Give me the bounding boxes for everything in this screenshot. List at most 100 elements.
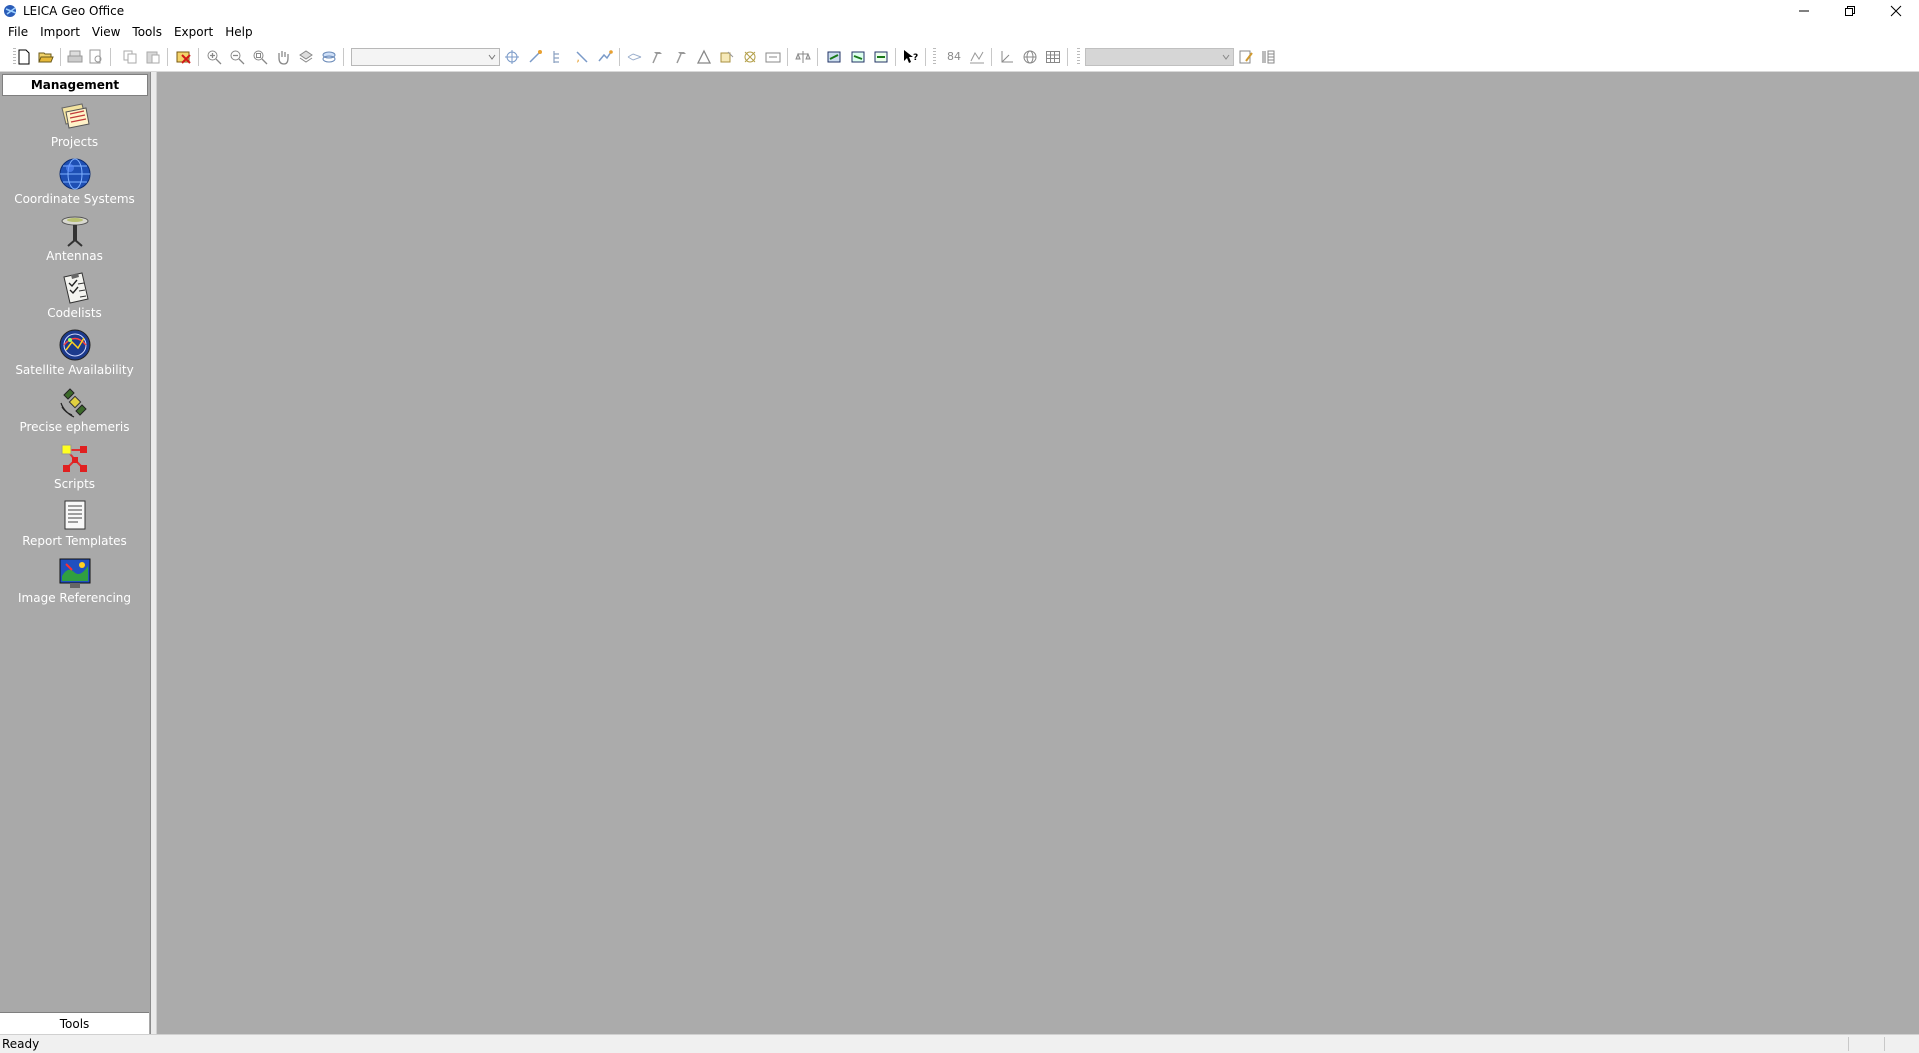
satellite-icon (58, 385, 92, 419)
nav-item-coordinate-systems[interactable]: Coordinate Systems (0, 157, 149, 213)
paste-button[interactable] (145, 49, 161, 65)
numeric-label[interactable]: 84 (947, 50, 961, 63)
zoom-window-button[interactable] (252, 49, 268, 65)
zoom-in-icon (207, 50, 222, 65)
nav-item-image-referencing[interactable]: Image Referencing (0, 556, 149, 612)
nav-item-precise-ephemeris[interactable]: Precise ephemeris (0, 385, 149, 441)
menu-export[interactable]: Export (168, 22, 219, 42)
restore-button[interactable] (1827, 0, 1873, 22)
print-preview-button[interactable] (88, 49, 104, 65)
mdi-workspace[interactable] (157, 72, 1919, 1034)
grid-number-button[interactable] (969, 49, 985, 65)
nav-item-antennas[interactable]: Antennas (0, 214, 149, 270)
app-icon[interactable] (3, 3, 19, 19)
menu-help[interactable]: Help (219, 22, 258, 42)
close-icon (1890, 5, 1902, 17)
columns-button[interactable] (1260, 49, 1276, 65)
toolbar-grip[interactable] (933, 48, 936, 66)
globe-button[interactable] (1022, 49, 1038, 65)
minimize-icon (1799, 10, 1809, 12)
transfer-button[interactable] (873, 49, 889, 65)
hammer-icon (676, 52, 686, 64)
svg-text:?: ? (913, 53, 918, 63)
zoom-fit-icon (299, 50, 313, 63)
help-cursor-button[interactable]: ? (903, 49, 919, 65)
point-button[interactable] (504, 49, 520, 65)
copy-button[interactable] (122, 49, 138, 65)
hammer-button[interactable] (650, 49, 666, 65)
tools-button[interactable] (627, 49, 643, 65)
window-title: LEICA Geo Office (23, 4, 125, 18)
balance-button[interactable] (795, 49, 811, 65)
table-button[interactable] (1045, 49, 1061, 65)
export-icon (851, 51, 865, 63)
network-button[interactable] (742, 49, 758, 65)
nav-item-satellite-availability[interactable]: Satellite Availability (0, 328, 149, 384)
zoom-fit-button[interactable] (298, 49, 314, 65)
line-button[interactable] (527, 49, 543, 65)
toolbar-separator (991, 48, 992, 66)
toolbar-combo-2[interactable] (1085, 48, 1234, 66)
triangle-button[interactable] (696, 49, 712, 65)
status-text: Ready (2, 1037, 40, 1051)
menu-import[interactable]: Import (34, 22, 86, 42)
zoom-out-button[interactable] (229, 49, 245, 65)
vector-button[interactable] (719, 49, 735, 65)
status-pane (1848, 1037, 1849, 1051)
paste-icon (146, 51, 160, 64)
zoom-out-icon (230, 50, 245, 65)
chevron-down-icon (488, 54, 496, 60)
toolbar-grip[interactable] (1077, 48, 1080, 66)
toolbar: ? 84 (0, 43, 1919, 72)
management-panel: Management Projects Coordinate Systems A… (0, 72, 151, 1034)
zoom-in-button[interactable] (206, 49, 222, 65)
menu-file[interactable]: File (0, 22, 34, 42)
print-icon (67, 50, 83, 63)
close-button[interactable] (1873, 0, 1919, 22)
globe-icon (1023, 50, 1037, 64)
nav-item-label: Precise ephemeris (19, 420, 130, 434)
status-pane (1884, 1037, 1885, 1051)
axis-icon (1001, 51, 1013, 63)
panel-header-management[interactable]: Management (2, 74, 148, 96)
nav-item-report-templates[interactable]: Report Templates (0, 499, 149, 555)
delete-button[interactable] (176, 49, 192, 65)
delete-icon (176, 51, 191, 64)
print-button[interactable] (67, 49, 83, 65)
process-button[interactable] (597, 49, 613, 65)
new-file-button[interactable] (16, 49, 32, 65)
toolbar-combo-1[interactable] (351, 48, 500, 66)
print-preview-icon (89, 49, 102, 64)
network-icon (744, 51, 756, 63)
tree-button[interactable] (550, 49, 566, 65)
toolbar-separator (167, 48, 168, 66)
hammer-button-2[interactable] (673, 49, 689, 65)
menu-tools[interactable]: Tools (126, 22, 168, 42)
pan-button[interactable] (275, 49, 291, 65)
menu-view[interactable]: View (86, 22, 126, 42)
copy-icon (123, 50, 137, 64)
window-controls (1781, 0, 1919, 22)
axis-button[interactable] (999, 49, 1015, 65)
layers-button[interactable] (321, 49, 337, 65)
open-folder-button[interactable] (38, 49, 54, 65)
toolbar-separator (198, 48, 199, 66)
nav-item-codelists[interactable]: Codelists (0, 271, 149, 327)
edit-button[interactable] (574, 49, 590, 65)
new-file-icon (18, 49, 30, 65)
nav-item-label: Satellite Availability (15, 363, 134, 377)
nav-item-scripts[interactable]: Scripts (0, 442, 149, 498)
tree-icon (553, 51, 559, 63)
nav-item-projects[interactable]: Projects (0, 100, 149, 156)
window-button[interactable] (765, 49, 781, 65)
nav-item-label: Scripts (53, 477, 96, 491)
nav-item-label: Image Referencing (18, 591, 131, 605)
export-button[interactable] (850, 49, 866, 65)
scripts-icon (58, 442, 92, 476)
import-button[interactable] (826, 49, 842, 65)
panel-footer-tools[interactable]: Tools (0, 1012, 149, 1034)
toolbar-separator (925, 48, 926, 66)
nav-item-label: Projects (50, 135, 99, 149)
notepad-button[interactable] (1238, 49, 1254, 65)
minimize-button[interactable] (1781, 0, 1827, 22)
